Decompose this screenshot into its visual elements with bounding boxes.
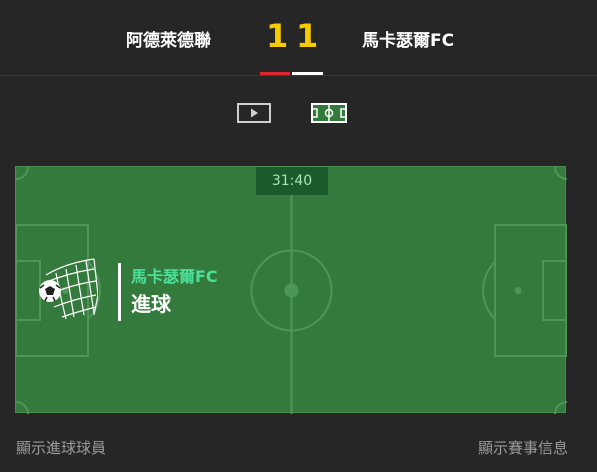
- video-view-button[interactable]: [237, 102, 271, 128]
- scoreboard-header: 阿德萊德聯 1 1 馬卡瑟爾FC: [0, 0, 597, 76]
- pitch-view-icon: [311, 103, 347, 123]
- show-scorers-link[interactable]: 顯示進球球員: [16, 437, 106, 458]
- home-team-color-bar: [260, 72, 290, 75]
- home-team-name: 阿德萊德聯: [126, 31, 211, 51]
- soccer-ball-net-icon: [39, 258, 98, 320]
- away-team-name: 馬卡瑟爾FC: [362, 31, 455, 51]
- goal-event-card: 馬卡瑟爾FC 進球: [36, 255, 256, 325]
- match-clock: 31:40: [256, 167, 328, 195]
- play-video-icon: [237, 103, 271, 123]
- pitch-view-button[interactable]: [311, 102, 347, 128]
- away-score: 1: [296, 17, 319, 55]
- scoring-team-name: 馬卡瑟爾FC: [131, 267, 218, 286]
- event-divider: [118, 263, 121, 321]
- home-score: 1: [266, 17, 289, 55]
- pitch-field: 31:40 馬卡瑟爾FC 進球: [15, 166, 567, 414]
- show-match-info-link[interactable]: 顯示賽事信息: [478, 437, 568, 458]
- away-team-color-bar: [292, 72, 323, 75]
- event-type-label: 進球: [131, 292, 171, 316]
